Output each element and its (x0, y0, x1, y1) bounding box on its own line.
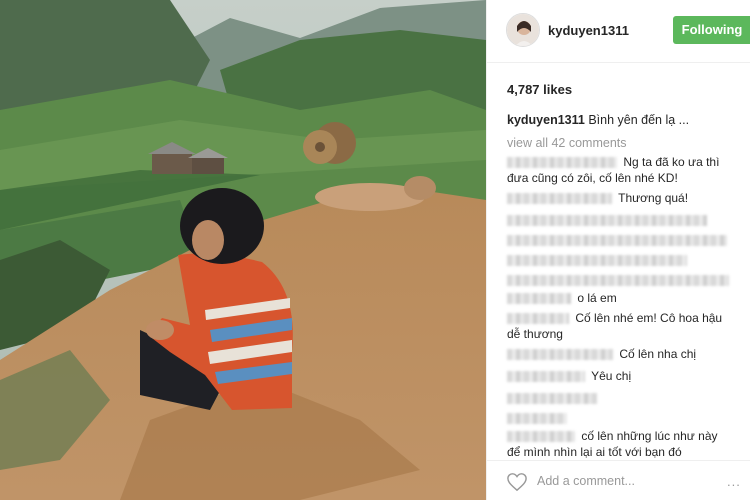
comment-text: Cố lên nha chị (619, 347, 697, 361)
comment-text: o lá em (577, 291, 617, 305)
blurred-username (507, 193, 612, 205)
caption-text: Bình yên đến lạ ... (588, 113, 690, 127)
comment-text: Thương quá! (618, 191, 689, 205)
likes-count[interactable]: 4,787 likes (507, 82, 572, 97)
blurred-username (507, 293, 571, 305)
view-all-comments-link[interactable]: view all 42 comments (507, 136, 627, 150)
blurred-username (507, 313, 569, 325)
avatar[interactable] (506, 13, 540, 47)
comment-line: dễ thương (507, 327, 563, 341)
add-comment-input[interactable]: Add a comment... (537, 474, 635, 488)
comment-text: Yêu chị (591, 369, 632, 383)
blurred-comment (507, 212, 710, 228)
comment-line: đưa cũng có zôi, cố lên nhé KD! (507, 171, 678, 185)
heart-icon[interactable] (506, 472, 528, 492)
username[interactable]: kyduyen1311 (548, 23, 629, 38)
comment-item: Thương quá! (507, 190, 688, 206)
comment-item: Ng ta đã ko ưa thì (507, 154, 719, 170)
caption: kyduyen1311 Bình yên đến lạ ... (507, 113, 689, 127)
comment-text: Cố lên nhé em! Cô hoa hậu (575, 311, 723, 325)
comment-bar: Add a comment... ... (487, 460, 750, 501)
post-header: kyduyen1311 Following (487, 0, 750, 63)
post-side-panel: kyduyen1311 Following 4,787 likes kyduye… (486, 0, 750, 500)
blurred-username (507, 157, 617, 169)
blurred-comment (507, 232, 730, 248)
blurred-comment (507, 390, 600, 406)
caption-username[interactable]: kyduyen1311 (507, 113, 585, 127)
blurred-comment (507, 252, 690, 268)
photo-image (0, 0, 486, 500)
comment-item: cố lên những lúc như này (507, 428, 718, 444)
comment-item: Cố lên nhé em! Cô hoa hậu (507, 310, 722, 326)
comment-text: cố lên những lúc như này (581, 429, 718, 443)
comment-line: để mình nhìn lại ai tốt với bạn đó (507, 445, 682, 459)
blurred-username (507, 431, 575, 443)
comment-text: Ng ta đã ko ưa thì (623, 155, 720, 169)
avatar-image (507, 14, 539, 46)
post-photo[interactable] (0, 0, 486, 500)
comment-item: Yêu chị (507, 368, 631, 384)
comment-item: o lá em (507, 290, 617, 306)
blurred-comment (507, 272, 732, 288)
blurred-username (507, 371, 585, 383)
following-button[interactable]: Following (673, 16, 750, 44)
blurred-username (507, 349, 613, 361)
comment-item: Cố lên nha chị (507, 346, 696, 362)
more-options-icon[interactable]: ... (727, 474, 741, 489)
blurred-comment (507, 410, 570, 426)
